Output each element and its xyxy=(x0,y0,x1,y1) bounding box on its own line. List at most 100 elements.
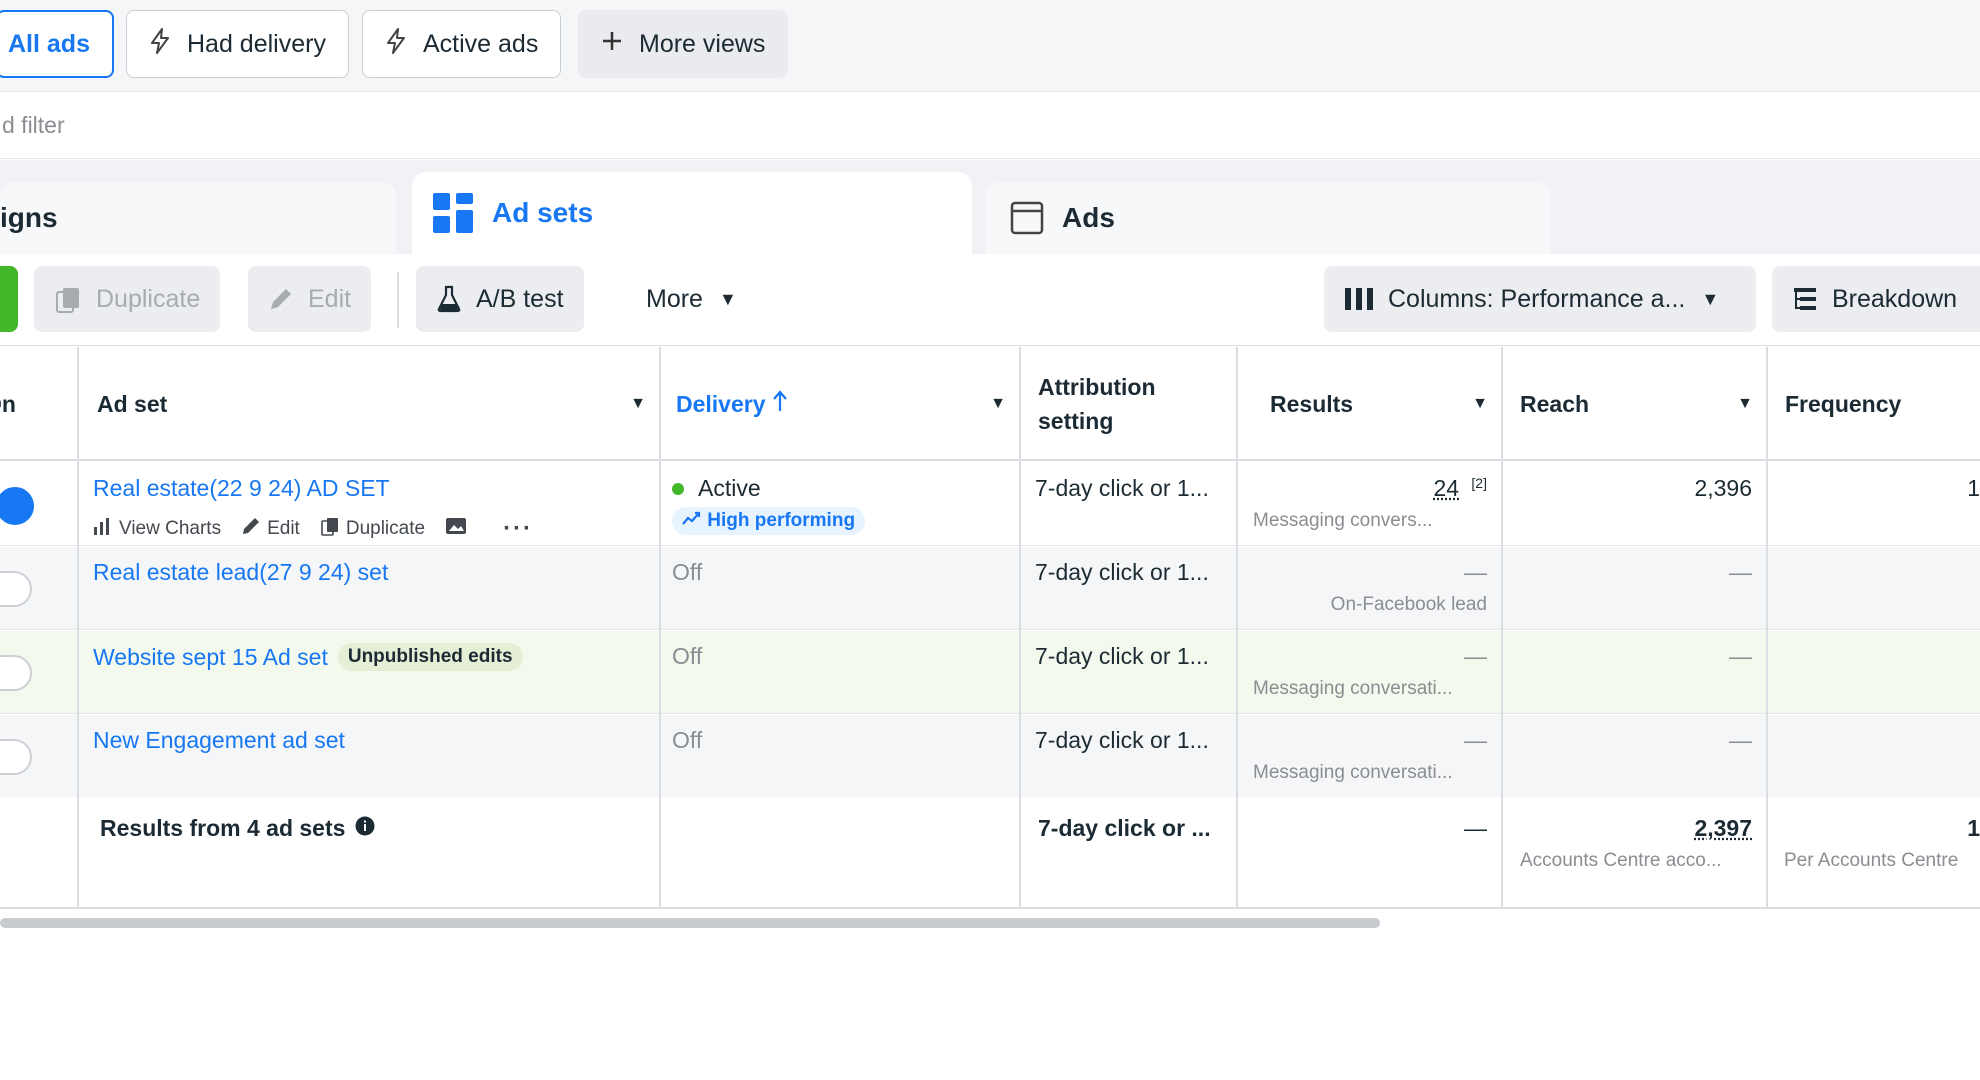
table-row[interactable]: Real estate(22 9 24) AD SET View Charts … xyxy=(0,463,1980,546)
results-number: — xyxy=(1464,727,1487,753)
column-divider xyxy=(1236,347,1238,909)
row-toggle[interactable] xyxy=(0,571,32,607)
view-tab-active-ads[interactable]: Active ads xyxy=(362,10,562,78)
header-attribution[interactable]: Attribution setting xyxy=(1020,347,1237,461)
attribution-text: 7-day click or 1... xyxy=(1035,727,1209,753)
results-footnote: [2] xyxy=(1471,475,1487,491)
tab-ads[interactable]: Ads xyxy=(986,182,1550,254)
trend-icon xyxy=(682,510,702,531)
header-frequency[interactable]: Frequency xyxy=(1767,347,1980,461)
view-charts-label: View Charts xyxy=(119,518,222,539)
header-delivery[interactable]: Delivery ▼ xyxy=(660,347,1020,461)
delivery-label: Off xyxy=(672,559,703,585)
results-number: 24 xyxy=(1433,475,1460,501)
delivery-label: Off xyxy=(672,727,703,753)
results-value: — xyxy=(1237,727,1487,754)
row-toggle[interactable] xyxy=(0,487,34,525)
caret-down-icon: ▼ xyxy=(1472,395,1488,412)
delivery-status: Active xyxy=(672,475,761,502)
edit-action-label: Edit xyxy=(267,518,300,539)
create-button[interactable] xyxy=(0,266,18,332)
caret-down-icon: ▼ xyxy=(990,395,1006,412)
reach-value: — xyxy=(1502,727,1752,754)
header-attribution-label-1: Attribution xyxy=(1038,374,1156,400)
summary-reach-sub: Accounts Centre acco... xyxy=(1520,850,1722,872)
columns-dropdown[interactable]: Columns: Performance a... ▼ xyxy=(1324,266,1756,332)
summary-attribution-text: 7-day click or ... xyxy=(1038,815,1211,841)
delivery-status: Off xyxy=(672,559,702,586)
ad-set-name-link[interactable]: Real estate lead(27 9 24) set xyxy=(93,559,388,586)
header-attribution-label-2: setting xyxy=(1038,408,1114,434)
results-value: — xyxy=(1237,643,1487,670)
info-icon[interactable] xyxy=(355,815,375,842)
reach-value: — xyxy=(1502,643,1752,670)
attribution-text: 7-day click or 1... xyxy=(1035,643,1209,669)
duplicate-icon xyxy=(320,516,346,542)
reach-text: — xyxy=(1729,643,1752,669)
reach-text: — xyxy=(1729,559,1752,585)
ad-frame-icon xyxy=(1010,201,1044,235)
summary-frequency: 1 xyxy=(1767,815,1980,842)
summary-results: — xyxy=(1237,815,1487,842)
lightning-icon xyxy=(385,27,411,61)
results-value: 24 [2] xyxy=(1237,475,1487,502)
sort-up-icon xyxy=(772,390,788,418)
edit-button[interactable]: Edit xyxy=(248,266,372,332)
results-type-text: Messaging convers... xyxy=(1253,510,1433,531)
duplicate-action[interactable]: Duplicate xyxy=(320,516,425,542)
ad-set-name: New Engagement ad set xyxy=(93,727,345,753)
pencil-icon xyxy=(268,286,294,312)
header-frequency-label: Frequency xyxy=(1785,390,1902,417)
table-row[interactable]: Real estate lead(27 9 24) set Off 7-day … xyxy=(0,547,1980,630)
caret-down-icon: ▼ xyxy=(718,288,737,309)
delivery-label: Off xyxy=(672,643,703,669)
more-dropdown[interactable]: More ▼ xyxy=(626,266,757,332)
summary-frequency-sub: Per Accounts Centre xyxy=(1784,850,1958,872)
row-toggle[interactable] xyxy=(0,655,32,691)
view-tab-all-ads[interactable]: All ads xyxy=(0,10,114,78)
ad-set-name-link[interactable]: New Engagement ad set xyxy=(93,727,345,754)
edit-action[interactable]: Edit xyxy=(241,516,300,542)
preview-action[interactable] xyxy=(445,516,473,542)
more-views-button[interactable]: More views xyxy=(578,10,789,78)
results-type: Messaging convers... xyxy=(1253,510,1433,532)
ad-set-name-link[interactable]: Website sept 15 Ad set Unpublished edits xyxy=(93,643,523,671)
tab-campaigns[interactable]: igns xyxy=(0,182,396,254)
header-on-label: On xyxy=(0,390,16,417)
view-charts-action[interactable]: View Charts xyxy=(93,517,221,541)
header-results-label: Results xyxy=(1270,390,1354,417)
summary-label-text: Results from 4 ad sets xyxy=(100,815,346,841)
ad-set-name-link[interactable]: Real estate(22 9 24) AD SET xyxy=(93,475,390,502)
view-tab-had-delivery[interactable]: Had delivery xyxy=(126,10,349,78)
header-on[interactable]: On xyxy=(0,347,78,461)
more-options-icon[interactable]: ··· xyxy=(503,515,533,543)
ab-test-button[interactable]: A/B test xyxy=(416,266,584,332)
header-results[interactable]: Results ▼ xyxy=(1237,347,1502,461)
table-row[interactable]: New Engagement ad set Off 7-day click or… xyxy=(0,715,1980,798)
summary-label: Results from 4 ad sets xyxy=(100,815,375,842)
ad-set-name: Real estate(22 9 24) AD SET xyxy=(93,475,390,501)
horizontal-scrollbar[interactable] xyxy=(0,918,1380,928)
caret-down-icon: ▼ xyxy=(630,395,646,412)
tab-ad-sets[interactable]: Ad sets xyxy=(412,172,972,254)
row-toggle[interactable] xyxy=(0,739,32,775)
results-type: Messaging conversati... xyxy=(1253,678,1453,700)
header-ad-set-label: Ad set xyxy=(97,390,168,417)
summary-frequency-sub-text: Per Accounts Centre xyxy=(1784,850,1959,871)
filter-bar[interactable]: d filter xyxy=(0,93,1980,159)
header-ad-set[interactable]: Ad set ▼ xyxy=(78,347,660,461)
summary-attribution: 7-day click or ... xyxy=(1038,815,1211,842)
duplicate-button[interactable]: Duplicate xyxy=(34,266,221,332)
status-dot xyxy=(672,482,684,495)
attribution-value: 7-day click or 1... xyxy=(1035,643,1209,670)
table-row[interactable]: Website sept 15 Ad set Unpublished edits… xyxy=(0,631,1980,714)
header-reach[interactable]: Reach ▼ xyxy=(1502,347,1767,461)
summary-row: Results from 4 ad sets 7-day click or ..… xyxy=(0,797,1980,909)
duplicate-icon xyxy=(54,285,82,313)
columns-icon xyxy=(1344,287,1374,311)
column-divider xyxy=(659,347,661,909)
breakdown-dropdown[interactable]: Breakdown xyxy=(1772,266,1980,332)
toolbar-divider xyxy=(397,272,399,328)
tab-ad-sets-label: Ad sets xyxy=(492,197,594,228)
ad-set-name: Website sept 15 Ad set xyxy=(93,643,328,670)
